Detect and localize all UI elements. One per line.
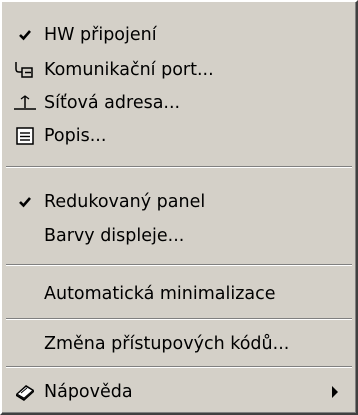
- menu-item-label: Změna přístupových kódů...: [44, 334, 290, 354]
- menu-item-hw-connection[interactable]: HW připojení: [6, 19, 352, 51]
- menu-item-label: Popis...: [44, 126, 107, 146]
- menu-item-reduced-panel[interactable]: Redukovaný panel: [6, 186, 352, 218]
- menu-item-label: Nápověda: [44, 382, 133, 402]
- menu-item-label: Síťová adresa...: [44, 93, 181, 113]
- check-icon: [6, 186, 44, 218]
- check-icon: [6, 19, 44, 51]
- menu-item-label: Automatická minimalizace: [44, 284, 276, 304]
- menu-separator: [6, 366, 352, 368]
- menu-item-label: Redukovaný panel: [44, 192, 206, 212]
- menu-item-communication-port[interactable]: Komunikační port...: [6, 54, 352, 86]
- menu-item-display-colors[interactable]: Barvy displeje...: [6, 220, 352, 252]
- menu-separator: [6, 166, 352, 168]
- menu-separator: [6, 318, 352, 320]
- help-book-icon: [6, 376, 44, 408]
- menu-item-help[interactable]: Nápověda: [6, 376, 352, 408]
- menu-item-change-access-codes[interactable]: Změna přístupových kódů...: [6, 328, 352, 360]
- menu-item-description[interactable]: Popis...: [6, 120, 352, 152]
- menu-item-label: HW připojení: [44, 25, 157, 45]
- menu-item-network-address[interactable]: Síťová adresa...: [6, 87, 352, 119]
- menu-item-label: Barvy displeje...: [44, 226, 185, 246]
- port-connector-icon: [6, 54, 44, 86]
- submenu-arrow-icon: [332, 386, 338, 398]
- menu-separator: [6, 264, 352, 266]
- description-list-icon: [6, 120, 44, 152]
- context-menu: HW připojení Komunikační port... Síťová …: [0, 0, 358, 415]
- menu-item-label: Komunikační port...: [44, 60, 214, 80]
- menu-item-auto-minimize[interactable]: Automatická minimalizace: [6, 278, 352, 310]
- network-address-icon: [6, 87, 44, 119]
